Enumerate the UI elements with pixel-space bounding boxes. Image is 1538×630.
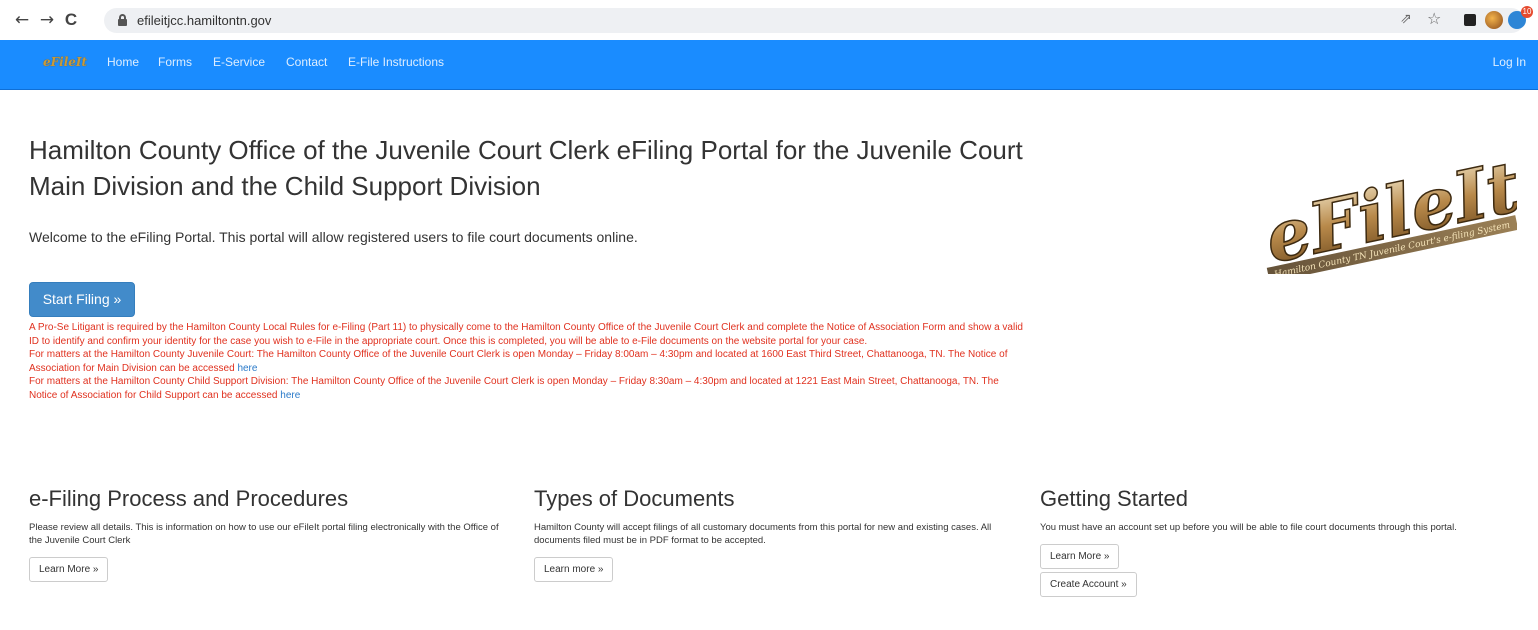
star-icon[interactable]: ☆ [1427, 9, 1441, 28]
browser-toolbar: ← → C efileitjcc.hamiltontn.gov ⇗ ☆ 10 [0, 0, 1538, 40]
column-title: Getting Started [1040, 486, 1188, 511]
nav-home[interactable]: Home [107, 55, 139, 69]
notice-main-division-text: For matters at the Hamilton County Juven… [29, 349, 1008, 374]
column-text: Hamilton County will accept filings of a… [534, 522, 992, 546]
column-getting-started: Getting Started You must have an account… [1040, 485, 1510, 597]
login-link[interactable]: Log In [1493, 55, 1526, 69]
learn-more-process-button[interactable]: Learn More » [29, 557, 109, 582]
main-navbar: eFileIt Home Forms E-Service Contact E-F… [0, 40, 1538, 90]
start-filing-button[interactable]: Start Filing » [29, 282, 135, 317]
column-title: Types of Documents [534, 486, 735, 511]
nav-contact[interactable]: Contact [286, 55, 327, 69]
learn-more-getting-started-button[interactable]: Learn More » [1040, 544, 1120, 569]
create-account-button[interactable]: Create Account » [1040, 572, 1137, 597]
notice-child-support-text: For matters at the Hamilton County Child… [29, 376, 999, 401]
profile-avatar-icon[interactable] [1485, 11, 1503, 29]
efileit-logo: eFileIt Hamilton County TN Juvenile Cour… [1257, 148, 1517, 274]
share-icon[interactable]: ⇗ [1400, 11, 1412, 27]
column-text: Please review all details. This is infor… [29, 522, 499, 546]
pro-se-notice: A Pro-Se Litigant is required by the Ham… [29, 321, 1029, 402]
url-text: efileitjcc.hamiltontn.gov [137, 13, 272, 28]
column-text: You must have an account set up before y… [1040, 522, 1457, 533]
notice-paragraph: A Pro-Se Litigant is required by the Ham… [29, 322, 1023, 347]
brand-logo[interactable]: eFileIt [43, 55, 87, 69]
extension-badge: 10 [1521, 6, 1533, 18]
nav-forms[interactable]: Forms [158, 55, 192, 69]
column-process: e-Filing Process and Procedures Please r… [29, 485, 499, 582]
sidepanel-icon[interactable] [1464, 14, 1476, 26]
notice-paragraph: For matters at the Hamilton County Juven… [29, 348, 1029, 375]
column-documents: Types of Documents Hamilton County will … [534, 485, 1004, 582]
nav-e-service[interactable]: E-Service [213, 55, 265, 69]
reload-icon[interactable]: C [61, 10, 81, 30]
back-icon[interactable]: ← [12, 10, 32, 30]
column-title: e-Filing Process and Procedures [29, 486, 349, 511]
page-title: Hamilton County Office of the Juvenile C… [29, 135, 1023, 201]
nav-e-file-instructions[interactable]: E-File Instructions [348, 55, 444, 69]
welcome-text: Welcome to the eFiling Portal. This port… [29, 229, 638, 245]
address-bar[interactable]: efileitjcc.hamiltontn.gov ⇗ ☆ [104, 8, 1524, 33]
learn-more-documents-button[interactable]: Learn more » [534, 557, 614, 582]
lock-icon [118, 14, 127, 26]
notice-paragraph: For matters at the Hamilton County Child… [29, 375, 1029, 402]
main-division-here-link[interactable]: here [237, 363, 257, 374]
child-support-here-link[interactable]: here [280, 390, 300, 401]
forward-icon[interactable]: → [37, 10, 57, 30]
